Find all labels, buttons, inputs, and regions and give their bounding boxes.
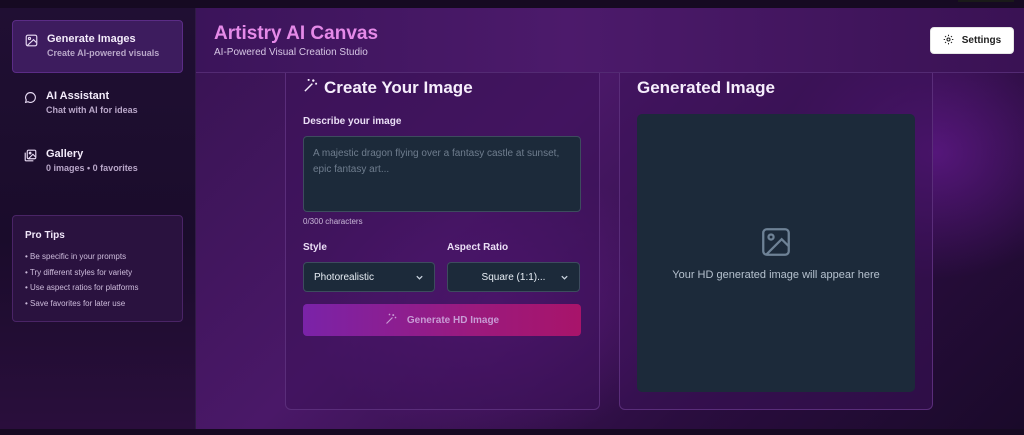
gear-icon — [943, 34, 954, 48]
image-preview-area: Your HD generated image will appear here — [637, 114, 915, 392]
sidebar-item-title: AI Assistant — [46, 90, 110, 102]
sidebar-item-subtitle: Chat with AI for ideas — [46, 105, 138, 115]
aspect-ratio-select-value: Square (1:1)... — [481, 271, 546, 283]
sidebar-item-subtitle: 0 images • 0 favorites — [46, 163, 138, 173]
prompt-placeholder: A majestic dragon flying over a fantasy … — [313, 148, 560, 175]
chevron-down-icon — [415, 273, 424, 282]
image-placeholder-icon — [759, 225, 793, 259]
preview-placeholder-text: Your HD generated image will appear here — [672, 269, 880, 281]
gallery-icon — [24, 149, 37, 162]
create-panel-title-text: Create Your Image — [324, 78, 473, 97]
window-edge — [958, 0, 1014, 2]
pro-tip: Try different styles for variety — [25, 265, 170, 281]
app-window: Generate Images Create AI-powered visual… — [0, 0, 1024, 435]
pro-tip: Use aspect ratios for platforms — [25, 280, 170, 296]
generated-image-panel: Generated Image Your HD generated image … — [619, 73, 933, 410]
pro-tips-card: Pro Tips Be specific in your prompts Try… — [12, 215, 183, 322]
create-image-panel: Create Your Image Describe your image A … — [285, 73, 600, 410]
app-subtitle: AI-Powered Visual Creation Studio — [214, 47, 368, 58]
generate-button-label: Generate HD Image — [406, 314, 500, 326]
sidebar: Generate Images Create AI-powered visual… — [0, 8, 196, 429]
sidebar-item-subtitle: Create AI-powered visuals — [47, 48, 160, 58]
style-select-value: Photorealistic — [314, 271, 375, 283]
sidebar-item-generate-images[interactable]: Generate Images Create AI-powered visual… — [12, 20, 183, 73]
header: Artistry AI Canvas AI-Powered Visual Cre… — [196, 8, 1024, 73]
generate-hd-image-button[interactable]: Generate HD Image — [303, 304, 581, 336]
aspect-ratio-select[interactable]: Square (1:1)... — [447, 262, 580, 292]
app-title: Artistry AI Canvas — [214, 23, 379, 44]
main-content: Create Your Image Describe your image A … — [196, 73, 1024, 429]
chat-icon — [24, 91, 37, 104]
prompt-textarea[interactable]: A majestic dragon flying over a fantasy … — [303, 136, 581, 212]
settings-button[interactable]: Settings — [930, 27, 1014, 54]
magic-wand-icon — [303, 78, 318, 98]
pro-tip: Be specific in your prompts — [25, 249, 170, 265]
style-select[interactable]: Photorealistic — [303, 262, 435, 292]
sidebar-item-title: Generate Images — [47, 33, 136, 45]
create-panel-title: Create Your Image — [303, 78, 473, 98]
sidebar-item-gallery[interactable]: Gallery 0 images • 0 favorites — [12, 136, 183, 189]
chevron-down-icon — [560, 273, 569, 282]
pro-tip: Save favorites for later use — [25, 296, 170, 312]
aspect-ratio-label: Aspect Ratio — [447, 242, 509, 253]
prompt-label: Describe your image — [303, 116, 402, 127]
generated-panel-title: Generated Image — [637, 78, 775, 97]
character-count: 0/300 characters — [303, 217, 363, 226]
style-label: Style — [303, 242, 327, 253]
settings-label: Settings — [961, 35, 1002, 46]
sidebar-item-title: Gallery — [46, 148, 84, 160]
sidebar-item-ai-assistant[interactable]: AI Assistant Chat with AI for ideas — [12, 78, 183, 131]
image-icon — [25, 34, 38, 47]
pro-tips-title: Pro Tips — [25, 230, 65, 241]
pro-tips-list: Be specific in your prompts Try differen… — [25, 249, 170, 311]
magic-wand-icon — [385, 313, 397, 328]
